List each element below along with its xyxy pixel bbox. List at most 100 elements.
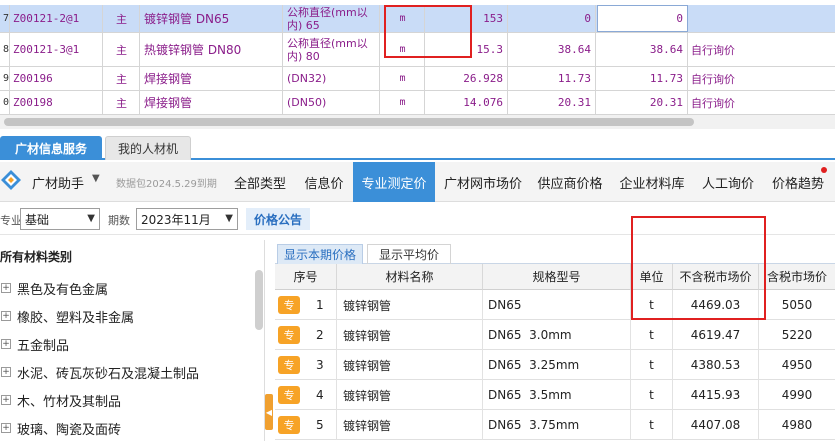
table-row[interactable]: 9 Z00196 主 焊接钢管 (DN32) m 26.928 11.73 11…: [0, 67, 835, 91]
period-select[interactable]: 2023年11月 ▼: [136, 208, 238, 230]
row-name: 镀锌钢管: [337, 290, 483, 320]
tree-item-label: 木、竹材及其制品: [17, 394, 122, 410]
nav-all-types[interactable]: 全部类型: [226, 162, 294, 202]
price-source[interactable]: 自行询价: [689, 91, 835, 114]
material-price[interactable]: 38.64: [597, 33, 688, 66]
tree-item[interactable]: + 玻璃、陶瓷及面砖: [0, 417, 121, 439]
row-spec: DN65 3.25mm: [483, 350, 631, 380]
professional-tag-icon[interactable]: 专: [278, 326, 300, 344]
tree-item[interactable]: + 木、竹材及其制品: [0, 389, 121, 411]
material-price-input[interactable]: 0: [597, 5, 688, 32]
row-name: 镀锌钢管: [337, 350, 483, 380]
row-no: 1: [316, 298, 324, 312]
row-number: 7: [0, 5, 10, 32]
table-row[interactable]: 专 5 镀锌钢管 DN65 3.75mm t 4407.08 4980: [275, 410, 835, 440]
row-price-ex-tax[interactable]: 4619.47: [673, 320, 759, 350]
material-type[interactable]: 主: [104, 33, 140, 66]
nav-enterprise-library[interactable]: 企业材料库: [612, 162, 692, 202]
row-no-cell: 专 3: [275, 350, 337, 380]
material-type[interactable]: 主: [104, 5, 140, 32]
row-price-in-tax[interactable]: 4980: [759, 410, 835, 440]
expand-icon[interactable]: +: [1, 367, 11, 377]
expand-icon[interactable]: +: [1, 339, 11, 349]
professional-tag-icon[interactable]: 专: [278, 416, 300, 434]
tab-current-price[interactable]: 显示本期价格: [277, 244, 363, 264]
nav-info-price[interactable]: 信息价: [296, 162, 352, 202]
tab-average-price[interactable]: 显示平均价: [367, 244, 451, 264]
material-spec[interactable]: (DN50): [284, 91, 380, 114]
table-row[interactable]: 专 4 镀锌钢管 DN65 3.5mm t 4415.93 4990: [275, 380, 835, 410]
tab-guangcai-info-service[interactable]: 广材信息服务: [0, 136, 102, 160]
table-row[interactable]: 专 3 镀锌钢管 DN65 3.25mm t 4380.53 4950: [275, 350, 835, 380]
material-name[interactable]: 焊接钢管: [141, 91, 283, 114]
material-code[interactable]: Z00196: [11, 67, 103, 90]
row-price-in-tax[interactable]: 4950: [759, 350, 835, 380]
row-spec: DN65: [483, 290, 631, 320]
material-unit[interactable]: m: [381, 91, 425, 114]
tree-item[interactable]: + 橡胶、塑料及非金属: [0, 305, 134, 327]
table-row[interactable]: 专 2 镀锌钢管 DN65 3.0mm t 4619.47 5220: [275, 320, 835, 350]
chevron-down-icon[interactable]: ▼: [92, 173, 100, 184]
row-price-in-tax[interactable]: 5220: [759, 320, 835, 350]
period-select-value: 2023年11月: [141, 212, 211, 227]
material-price[interactable]: 20.31: [597, 91, 688, 114]
price-source[interactable]: [689, 5, 835, 32]
row-price-ex-tax[interactable]: 4407.08: [673, 410, 759, 440]
nav-professional-price[interactable]: 专业测定价: [353, 162, 435, 202]
row-price-in-tax[interactable]: 5050: [759, 290, 835, 320]
professional-tag-icon[interactable]: 专: [278, 296, 300, 314]
table-row[interactable]: 0 Z00198 主 焊接钢管 (DN50) m 14.076 20.31 20…: [0, 91, 835, 115]
row-no: 3: [316, 358, 324, 372]
professional-tag-icon[interactable]: 专: [278, 356, 300, 374]
material-spec[interactable]: (DN32): [284, 67, 380, 90]
tree-item[interactable]: + 黑色及有色金属: [0, 277, 108, 299]
material-price[interactable]: 0: [509, 5, 596, 32]
nav-market-price[interactable]: 广材网市场价: [437, 162, 529, 202]
material-spec[interactable]: 公称直径(mm以内) 80: [284, 33, 380, 66]
expand-icon[interactable]: +: [1, 311, 11, 321]
expand-icon[interactable]: +: [1, 423, 11, 433]
material-code[interactable]: Z00121-2@1: [11, 5, 103, 32]
row-number: 8: [0, 33, 10, 66]
assistant-title[interactable]: 广材助手: [32, 173, 84, 192]
nav-supplier-price[interactable]: 供应商价格: [530, 162, 610, 202]
expand-icon[interactable]: +: [1, 395, 11, 405]
horizontal-scrollbar[interactable]: [0, 115, 835, 129]
scrollbar-thumb[interactable]: [4, 118, 694, 126]
material-price[interactable]: 11.73: [597, 67, 688, 90]
row-price-in-tax[interactable]: 4990: [759, 380, 835, 410]
row-unit: t: [631, 380, 673, 410]
major-select[interactable]: 基础 ▼: [20, 208, 100, 230]
row-price-ex-tax[interactable]: 4415.93: [673, 380, 759, 410]
material-price[interactable]: 20.31: [509, 91, 596, 114]
material-spec[interactable]: 公称直径(mm以内) 65: [284, 5, 380, 32]
material-type[interactable]: 主: [104, 91, 140, 114]
material-name[interactable]: 镀锌钢管 DN65: [141, 5, 283, 32]
tab-my-materials[interactable]: 我的人材机: [105, 136, 191, 160]
row-no: 4: [316, 388, 324, 402]
collapse-panel-icon[interactable]: ◀: [265, 394, 273, 430]
material-price[interactable]: 38.64: [509, 33, 596, 66]
professional-tag-icon[interactable]: 专: [278, 386, 300, 404]
material-code[interactable]: Z00121-3@1: [11, 33, 103, 66]
price-notice-button[interactable]: 价格公告: [246, 208, 310, 230]
material-code[interactable]: Z00198: [11, 91, 103, 114]
tree-item[interactable]: + 五金制品: [0, 333, 69, 355]
material-name[interactable]: 焊接钢管: [141, 67, 283, 90]
price-source[interactable]: 自行询价: [689, 67, 835, 90]
row-price-ex-tax[interactable]: 4380.53: [673, 350, 759, 380]
tree-scrollbar[interactable]: [255, 270, 263, 330]
price-source[interactable]: 自行询价: [689, 33, 835, 66]
period-label: 期数: [108, 214, 130, 227]
material-name[interactable]: 热镀锌钢管 DN80: [141, 33, 283, 66]
material-quantity[interactable]: 26.928: [426, 67, 508, 90]
row-name: 镀锌钢管: [337, 380, 483, 410]
chevron-down-icon: ▼: [87, 213, 95, 224]
material-quantity[interactable]: 14.076: [426, 91, 508, 114]
material-unit[interactable]: m: [381, 67, 425, 90]
nav-manual-inquiry[interactable]: 人工询价: [694, 162, 762, 202]
material-price[interactable]: 11.73: [509, 67, 596, 90]
material-type[interactable]: 主: [104, 67, 140, 90]
tree-item[interactable]: + 水泥、砖瓦灰砂石及混凝土制品: [0, 361, 199, 383]
expand-icon[interactable]: +: [1, 283, 11, 293]
